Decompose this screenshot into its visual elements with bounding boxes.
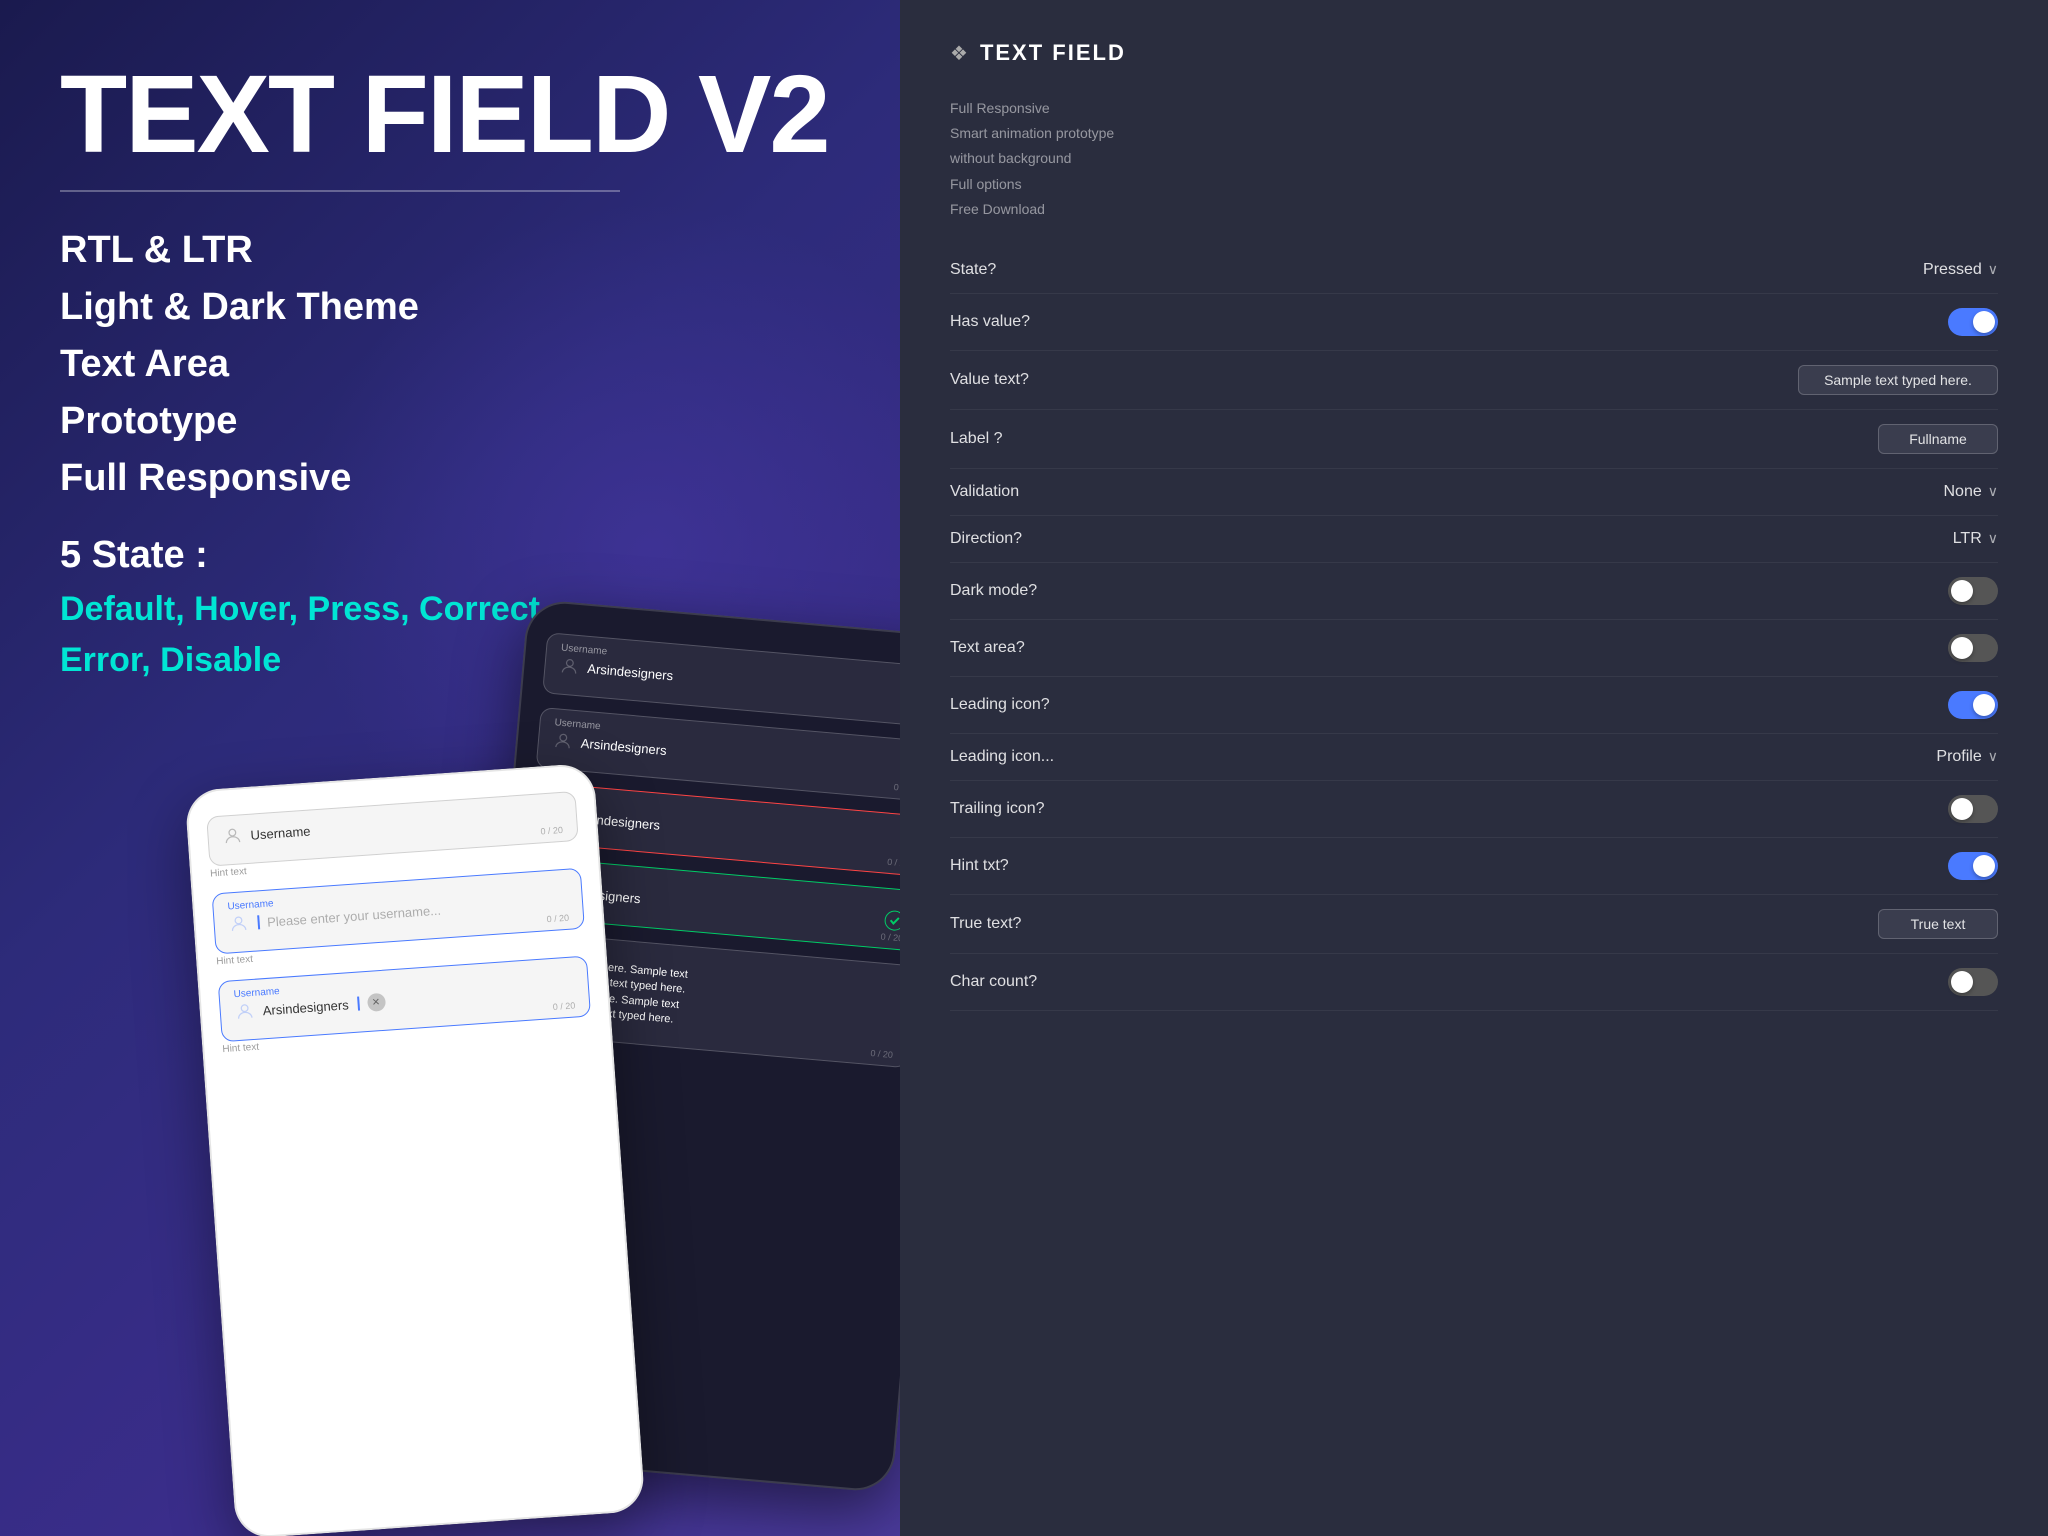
- prop-state-dropdown[interactable]: Pressed ∨: [1923, 261, 1998, 279]
- prop-state-label: State?: [950, 261, 996, 279]
- prop-has-value-label: Has value?: [950, 313, 1030, 331]
- prop-row-validation: Validation None ∨: [950, 469, 1998, 516]
- prop-true-text-input[interactable]: True text: [1878, 909, 1998, 939]
- light-field-2: Username Please enter your username... 0…: [212, 868, 586, 968]
- states-title: 5 State :: [60, 527, 840, 584]
- prop-validation-label: Validation: [950, 483, 1019, 501]
- feature-rtl-ltr: RTL & LTR: [60, 222, 840, 279]
- desc-3: without background: [950, 150, 1071, 166]
- prop-row-label: Label ? Fullname: [950, 410, 1998, 469]
- panel-header: ❖ TEXT FIELD: [950, 40, 1998, 66]
- prop-dark-mode-label: Dark mode?: [950, 582, 1037, 600]
- validation-chevron-icon: ∨: [1988, 483, 1998, 500]
- divider: [60, 190, 620, 192]
- prop-char-count-label: Char count?: [950, 973, 1037, 991]
- prop-validation-dropdown[interactable]: None ∨: [1944, 483, 1999, 501]
- prop-validation-value: None: [1944, 483, 1982, 501]
- panel-icon: ❖: [950, 41, 968, 66]
- toggle-thumb-leading-icon: [1973, 694, 1995, 716]
- prop-leading-icon-type-label: Leading icon...: [950, 748, 1054, 766]
- toggle-thumb-hint-txt: [1973, 855, 1995, 877]
- prop-direction-value: LTR: [1953, 530, 1982, 548]
- prop-leading-icon-type-dropdown[interactable]: Profile ∨: [1936, 748, 1998, 766]
- light-field-1-value: Username: [250, 823, 311, 842]
- toggle-thumb-dark-mode: [1951, 580, 1973, 602]
- feature-responsive: Full Responsive: [60, 450, 840, 507]
- feature-list: RTL & LTR Light & Dark Theme Text Area P…: [60, 222, 840, 507]
- prop-text-area-toggle[interactable]: [1948, 634, 1998, 662]
- toggle-thumb-char-count: [1951, 971, 1973, 993]
- panel-title: TEXT FIELD: [980, 40, 1126, 66]
- leading-icon-type-chevron-icon: ∨: [1988, 748, 1998, 765]
- prop-row-hint-txt: Hint txt?: [950, 838, 1998, 895]
- prop-char-count-toggle[interactable]: [1948, 968, 1998, 996]
- prop-row-trailing-icon: Trailing icon?: [950, 781, 1998, 838]
- prop-leading-icon-type-value: Profile: [1936, 748, 1981, 766]
- prop-row-text-area: Text area?: [950, 620, 1998, 677]
- light-field-3-value: Arsindesigners: [262, 997, 349, 1018]
- prop-label-label: Label ?: [950, 430, 1003, 448]
- prop-row-dark-mode: Dark mode?: [950, 563, 1998, 620]
- desc-4: Full options: [950, 176, 1022, 192]
- feature-textarea: Text Area: [60, 336, 840, 393]
- prop-true-text-label: True text?: [950, 915, 1021, 933]
- desc-1: Full Responsive: [950, 100, 1050, 116]
- feature-prototype: Prototype: [60, 393, 840, 450]
- desc-5: Free Download: [950, 201, 1045, 217]
- state-chevron-icon: ∨: [1988, 261, 1998, 278]
- feature-theme: Light & Dark Theme: [60, 279, 840, 336]
- main-title: TEXT FIELD V2: [60, 60, 840, 170]
- light-field-1: Username 0 / 20 Hint text: [206, 791, 579, 880]
- prop-state-value: Pressed: [1923, 261, 1982, 279]
- toggle-thumb-trailing-icon: [1951, 798, 1973, 820]
- prop-dark-mode-toggle[interactable]: [1948, 577, 1998, 605]
- light-field-3-clear[interactable]: ✕: [366, 993, 385, 1012]
- prop-row-has-value: Has value?: [950, 294, 1998, 351]
- light-phone: Username 0 / 20 Hint text Username Pleas…: [184, 763, 645, 1536]
- prop-row-char-count: Char count?: [950, 954, 1998, 1011]
- light-field-3: Username Arsindesigners ✕ 0 / 20 Hint te…: [218, 956, 592, 1056]
- prop-direction-label: Direction?: [950, 530, 1022, 548]
- desc-2: Smart animation prototype: [950, 125, 1114, 141]
- prop-hint-txt-toggle[interactable]: [1948, 852, 1998, 880]
- right-panel: ❖ TEXT FIELD Full Responsive Smart anima…: [900, 0, 2048, 1536]
- properties-list: State? Pressed ∨ Has value? Value text? …: [950, 247, 1998, 1011]
- prop-row-true-text: True text? True text: [950, 895, 1998, 954]
- prop-text-area-label: Text area?: [950, 639, 1025, 657]
- prop-row-state: State? Pressed ∨: [950, 247, 1998, 294]
- prop-direction-dropdown[interactable]: LTR ∨: [1953, 530, 1998, 548]
- light-field-3-cursor: [357, 997, 359, 1011]
- direction-chevron-icon: ∨: [1988, 530, 1998, 547]
- left-panel: TEXT FIELD V2 RTL & LTR Light & Dark The…: [0, 0, 900, 1536]
- toggle-thumb-text-area: [1951, 637, 1973, 659]
- prop-value-text-label: Value text?: [950, 371, 1029, 389]
- prop-row-leading-icon-type: Leading icon... Profile ∨: [950, 734, 1998, 781]
- prop-row-leading-icon: Leading icon?: [950, 677, 1998, 734]
- prop-has-value-toggle[interactable]: [1948, 308, 1998, 336]
- prop-trailing-icon-toggle[interactable]: [1948, 795, 1998, 823]
- toggle-thumb-has-value: [1973, 311, 1995, 333]
- light-field-2-cursor: [257, 915, 259, 929]
- prop-label-input[interactable]: Fullname: [1878, 424, 1998, 454]
- prop-row-value-text: Value text? Sample text typed here.: [950, 351, 1998, 410]
- prop-hint-txt-label: Hint txt?: [950, 857, 1009, 875]
- phones-container: Username Arsindesigners 0 / 20 Username: [200, 586, 900, 1536]
- prop-row-direction: Direction? LTR ∨: [950, 516, 1998, 563]
- prop-leading-icon-label: Leading icon?: [950, 696, 1050, 714]
- prop-trailing-icon-label: Trailing icon?: [950, 800, 1045, 818]
- prop-value-text-input[interactable]: Sample text typed here.: [1798, 365, 1998, 395]
- dark-field-4-check: [884, 910, 900, 932]
- prop-leading-icon-toggle[interactable]: [1948, 691, 1998, 719]
- panel-description: Full Responsive Smart animation prototyp…: [950, 96, 1998, 222]
